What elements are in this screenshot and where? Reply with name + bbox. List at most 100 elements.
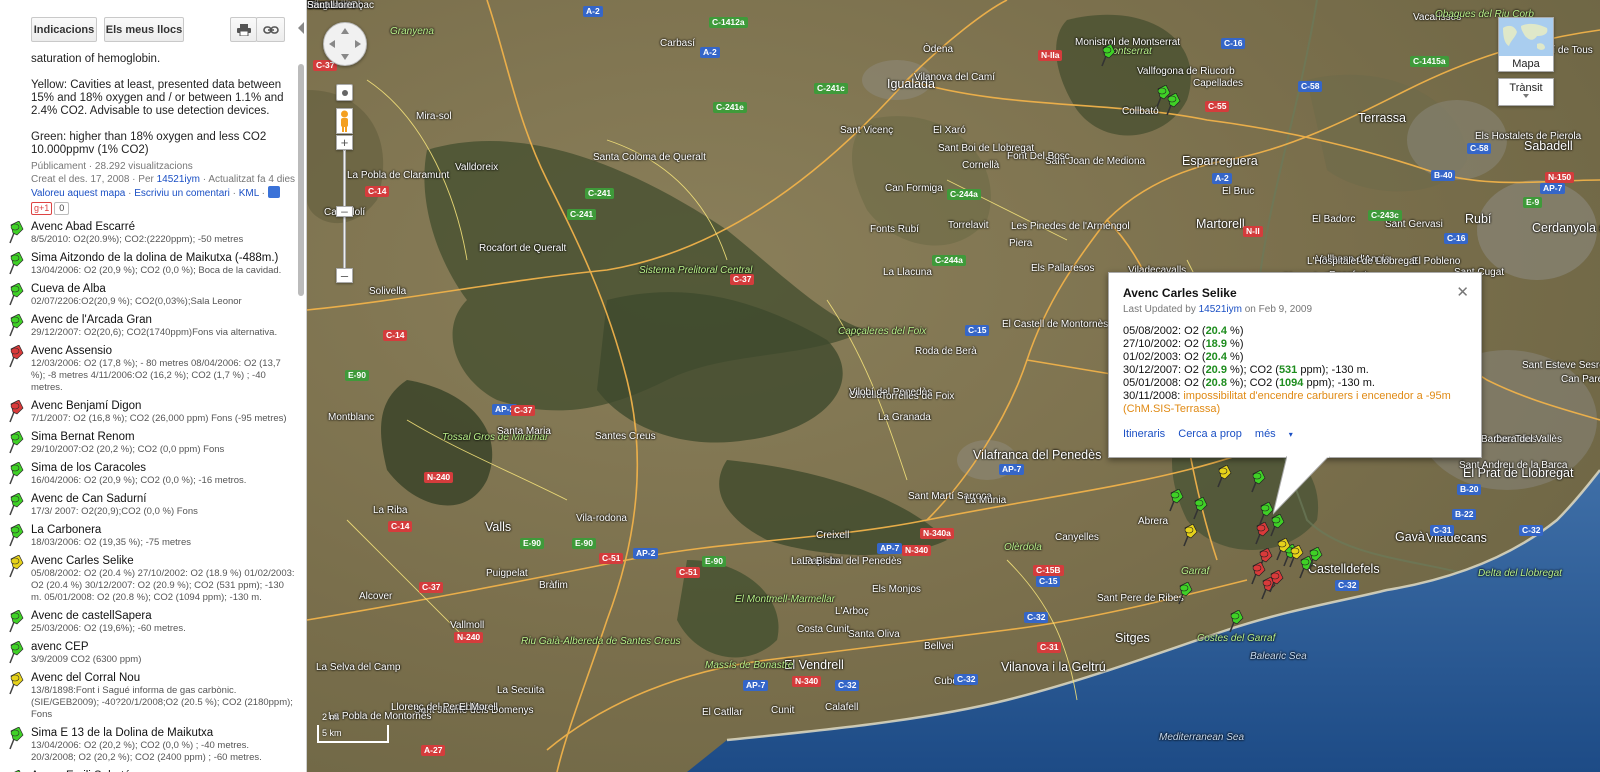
yellow-pushpin-marker[interactable] bbox=[1285, 545, 1305, 569]
place-list-item[interactable]: avenc CEP 3/9/2009 CO2 (6300 ppm) bbox=[0, 640, 298, 666]
place-title[interactable]: Avenc del Corral Nou bbox=[31, 671, 296, 685]
place-title[interactable]: Sima Bernat Renom bbox=[31, 430, 296, 444]
green-pushpin-marker[interactable] bbox=[1304, 547, 1324, 571]
map-place-label: La Granada bbox=[878, 412, 931, 423]
map-place-label: Cunit bbox=[771, 705, 795, 716]
map-place-label: Valldoreix bbox=[455, 162, 499, 173]
map-place-label: La Riba bbox=[373, 505, 408, 516]
road-shield: C-244a bbox=[947, 189, 981, 200]
place-list-item[interactable]: Avenc del Corral Nou 13/8/1898:Font i Sag… bbox=[0, 671, 298, 721]
place-summary: 29/12/2007: O2(20,6); CO2(1740ppm)Fons v… bbox=[31, 327, 278, 338]
place-title[interactable]: La Carbonera bbox=[31, 523, 296, 537]
link-button[interactable] bbox=[256, 17, 285, 42]
map-place-label: Vilanova del Camí bbox=[914, 72, 995, 83]
directions-button[interactable]: Indicacions bbox=[31, 17, 97, 42]
zoom-in-button[interactable]: + bbox=[336, 135, 353, 150]
search-nearby-link[interactable]: Cerca a prop bbox=[1178, 428, 1242, 440]
kml-link[interactable]: KML bbox=[239, 188, 259, 199]
map-place-label: Alcover bbox=[359, 591, 393, 602]
place-summary: 8/5/2010: O2(20.9%); CO2:(2220ppm); -50 … bbox=[31, 234, 244, 245]
place-list-item[interactable]: Avenc Assensio 12/03/2006: O2 (17,8 %); -… bbox=[0, 344, 298, 394]
place-list-item[interactable]: Avenc de Can Sadurní 17/3/ 2007: O2(20,9)… bbox=[0, 492, 298, 518]
more-link[interactable]: més ▾ bbox=[1255, 428, 1303, 440]
my-location-button[interactable] bbox=[336, 84, 353, 101]
green-pushpin-marker[interactable] bbox=[1225, 610, 1245, 634]
measurement-row: 05/01/2008: O2 (20.8 %); CO2 (1094 ppm);… bbox=[1123, 377, 1375, 389]
place-list-item[interactable]: Sima de los Caracoles 16/04/2006: O2 (20,… bbox=[0, 461, 298, 487]
place-title[interactable]: Avenc Carles Selike bbox=[31, 554, 296, 568]
pegman-button[interactable] bbox=[336, 108, 353, 134]
place-title[interactable]: avenc CEP bbox=[31, 640, 296, 654]
place-summary: 7/1/2007: O2 (16,8 %); CO2 (26,000 ppm) … bbox=[31, 413, 287, 424]
print-button[interactable] bbox=[230, 17, 257, 42]
write-comment-link[interactable]: Escriviu un comentari bbox=[134, 188, 230, 199]
place-list-item[interactable]: Avenc Abad Escarré 8/5/2010: O2(20.9%); C… bbox=[0, 220, 298, 246]
zoom-out-button[interactable]: – bbox=[336, 268, 353, 283]
directions-link[interactable]: Itineraris bbox=[1123, 428, 1165, 440]
map-place-label: La Bisbal del Penedès bbox=[802, 556, 902, 567]
red-pushpin-marker[interactable] bbox=[1265, 570, 1285, 594]
map-place-label: Abrera bbox=[1138, 516, 1169, 527]
place-title[interactable]: Cueva de Alba bbox=[31, 282, 296, 296]
road-shield: E-90 bbox=[572, 538, 596, 549]
place-list-item[interactable]: Sima E 13 de la Dolina de Maikutxa 13/04/… bbox=[0, 726, 298, 764]
gplus-button[interactable]: g+1 bbox=[31, 202, 53, 215]
map-type-button[interactable]: Mapa bbox=[1498, 17, 1554, 72]
description-paragraph: saturation of hemoglobin. bbox=[31, 53, 161, 65]
pan-control[interactable] bbox=[323, 22, 367, 66]
place-title[interactable]: Avenc de castellSapera bbox=[31, 609, 296, 623]
map-canvas[interactable]: Granyena Igualada Vilanova del Camí Carbasí… bbox=[307, 0, 1600, 772]
place-title[interactable]: Avenc Assensio bbox=[31, 344, 296, 358]
map-place-label: Calafell bbox=[825, 702, 859, 713]
sidebar-scrollbar[interactable] bbox=[298, 64, 304, 296]
green-pushpin-marker[interactable] bbox=[1189, 497, 1209, 521]
place-title[interactable]: Avenc de l'Arcada Gran bbox=[31, 313, 296, 327]
road-shield: C-15 bbox=[1036, 576, 1061, 587]
place-title[interactable]: Sima E 13 de la Dolina de Maikutxa bbox=[31, 726, 296, 740]
road-shield: N-340a bbox=[920, 528, 954, 539]
place-list-item[interactable]: Avenc Benjamí Digon 7/1/2007: O2 (16,8 %)… bbox=[0, 399, 298, 425]
green-pushpin-marker[interactable] bbox=[1174, 582, 1194, 606]
author-link[interactable]: 14521iym bbox=[157, 174, 200, 185]
author-link[interactable]: 14521iym bbox=[1199, 304, 1242, 315]
place-title[interactable]: Avenc Benjamí Digon bbox=[31, 399, 296, 413]
rss-icon[interactable] bbox=[267, 186, 280, 198]
collapse-panel-icon[interactable] bbox=[298, 22, 304, 34]
yellow-pushpin-marker[interactable] bbox=[1213, 465, 1233, 489]
yellow-pushpin-marker[interactable] bbox=[1179, 524, 1199, 548]
place-title[interactable]: Avenc Abad Escarré bbox=[31, 220, 296, 234]
place-title[interactable]: Sima Aitzondo de la dolina de Maikutxa (… bbox=[31, 251, 296, 265]
traffic-button[interactable]: Trànsit bbox=[1498, 78, 1554, 106]
place-list-item[interactable]: Cueva de Alba 02/07/2206:O2(20,9 %); CO2(… bbox=[0, 282, 298, 308]
green-pushpin-marker[interactable] bbox=[1162, 93, 1182, 117]
road-shield: C-16 bbox=[1444, 233, 1469, 244]
place-list-item[interactable]: Avenc de l'Arcada Gran 29/12/2007: O2(20,… bbox=[0, 313, 298, 339]
place-list-item[interactable]: Avenc Carles Selike 05/08/2002: O2 (20.4 … bbox=[0, 554, 298, 604]
red-pushpin-icon bbox=[9, 400, 24, 423]
place-title[interactable]: Avenc de Can Sadurní bbox=[31, 492, 296, 506]
green-pushpin-marker[interactable] bbox=[1266, 514, 1286, 538]
place-title[interactable]: Sima de los Caracoles bbox=[31, 461, 296, 475]
road-shield: C-37 bbox=[730, 274, 755, 285]
place-list-item[interactable]: Avenc de castellSapera 25/03/2006: O2 (19… bbox=[0, 609, 298, 635]
close-icon[interactable]: ✕ bbox=[1456, 283, 1469, 301]
road-shield: N-II bbox=[1243, 226, 1263, 237]
place-list-item[interactable]: La Carbonera 18/03/2006: O2 (19,35 %); -7… bbox=[0, 523, 298, 549]
road-shield: B-22 bbox=[1452, 509, 1477, 520]
gplus-count: 0 bbox=[54, 202, 70, 215]
map-place-label: Olèrdola bbox=[1004, 542, 1042, 553]
road-shield: C-1415a bbox=[1410, 56, 1449, 67]
place-list-item[interactable]: Sima Aitzondo de la dolina de Maikutxa (… bbox=[0, 251, 298, 277]
rate-map-link[interactable]: Valoreu aquest mapa bbox=[31, 188, 125, 199]
place-list-item[interactable]: Sima Bernat Renom 29/10/2007:O2 (20,2 %);… bbox=[0, 430, 298, 456]
map-place-label: Massís de Bonastre bbox=[705, 660, 794, 671]
green-pushpin-marker[interactable] bbox=[1097, 44, 1117, 68]
zoom-slider-handle[interactable]: – bbox=[336, 205, 353, 217]
place-summary: 02/07/2206:O2(20,9 %); CO2(0,03%);Sala L… bbox=[31, 296, 242, 307]
my-places-button[interactable]: Els meus llocs bbox=[104, 17, 184, 42]
road-shield: N-340 bbox=[902, 545, 932, 556]
road-shield: C-31 bbox=[1430, 525, 1455, 536]
green-pushpin-marker[interactable] bbox=[1165, 489, 1185, 513]
map-place-label: Carbasí bbox=[660, 38, 696, 49]
green-pushpin-marker[interactable] bbox=[1247, 470, 1267, 494]
